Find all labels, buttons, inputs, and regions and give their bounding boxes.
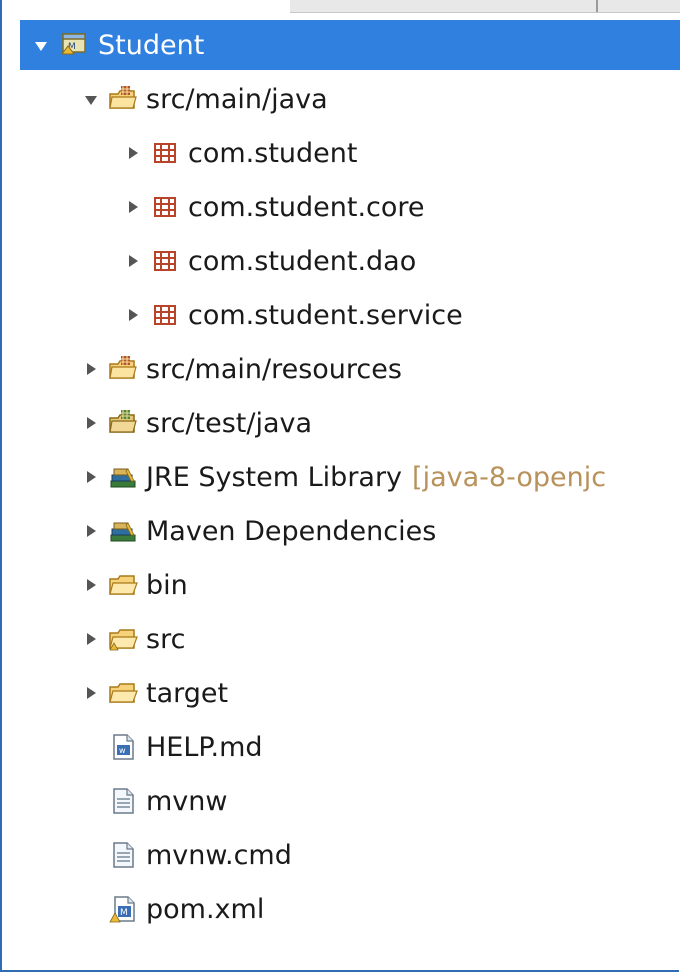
tree-item-file-mvnw[interactable]: mvnw	[0, 776, 680, 826]
tree-item-label: com.student.dao	[188, 245, 417, 277]
collapsed-arrow-icon[interactable]	[84, 632, 98, 646]
source-folder-icon	[108, 84, 138, 114]
library-icon	[108, 462, 138, 492]
markdown-file-icon: w	[108, 732, 138, 762]
tree-item-package-com-student-service[interactable]: com.student.service	[0, 290, 680, 340]
tree-item-label: src/main/resources	[146, 353, 402, 385]
tree-item-label: JRE System Library	[146, 461, 403, 493]
tree-item-label: com.student	[188, 137, 358, 169]
tree-item-src-test-java[interactable]: src/test/java	[0, 398, 680, 448]
package-icon	[150, 192, 180, 222]
library-icon	[108, 516, 138, 546]
collapsed-arrow-icon[interactable]	[84, 416, 98, 430]
expand-arrow-icon[interactable]	[34, 38, 48, 52]
svg-text:M: M	[120, 908, 128, 918]
tree-item-folder-src[interactable]: src	[0, 614, 680, 664]
tree-item-package-com-student[interactable]: com.student	[0, 128, 680, 178]
view-toolbar-strip	[290, 0, 680, 13]
tree-item-src-main-java[interactable]: src/main/java	[0, 74, 680, 124]
tree-item-label: target	[146, 677, 229, 709]
maven-pom-icon: M	[108, 894, 138, 924]
collapsed-arrow-icon[interactable]	[126, 308, 140, 322]
folder-icon	[108, 570, 138, 600]
tree-item-student-project[interactable]: M Student	[20, 20, 680, 70]
package-icon	[150, 246, 180, 276]
collapsed-arrow-icon[interactable]	[84, 578, 98, 592]
package-icon	[150, 300, 180, 330]
test-source-folder-icon	[108, 408, 138, 438]
collapsed-arrow-icon[interactable]	[126, 146, 140, 160]
tree-item-label: com.student.core	[188, 191, 425, 223]
tree-item-label: pom.xml	[146, 893, 265, 925]
toolbar-divider	[596, 0, 598, 12]
folder-icon	[108, 624, 138, 654]
tree-item-file-help-md[interactable]: w HELP.md	[0, 722, 680, 772]
collapsed-arrow-icon[interactable]	[126, 254, 140, 268]
svg-text:w: w	[119, 746, 126, 755]
tree-item-label: bin	[146, 569, 188, 601]
tree-item-src-main-resources[interactable]: src/main/resources	[0, 344, 680, 394]
tree-item-file-mvnw-cmd[interactable]: mvnw.cmd	[0, 830, 680, 880]
source-folder-icon	[108, 354, 138, 384]
collapsed-arrow-icon[interactable]	[126, 200, 140, 214]
tree-item-label: src/main/java	[146, 83, 328, 115]
tree-item-package-com-student-core[interactable]: com.student.core	[0, 182, 680, 232]
jre-version-decoration: [java-8-openjc	[412, 461, 607, 493]
text-file-icon	[108, 840, 138, 870]
collapsed-arrow-icon[interactable]	[84, 470, 98, 484]
tree-item-file-pom-xml[interactable]: M pom.xml	[0, 884, 680, 934]
tree-item-label: com.student.service	[188, 299, 463, 331]
tree-item-label: Maven Dependencies	[146, 515, 437, 547]
tree-item-folder-bin[interactable]: bin	[0, 560, 680, 610]
tree-item-label: Student	[98, 29, 205, 61]
tree-item-label: HELP.md	[146, 731, 263, 763]
collapsed-arrow-icon[interactable]	[84, 686, 98, 700]
collapsed-arrow-icon[interactable]	[84, 362, 98, 376]
tree-item-label: mvnw.cmd	[146, 839, 292, 871]
tree-item-label: mvnw	[146, 785, 228, 817]
project-icon: M	[60, 30, 90, 60]
tree-item-label: src	[146, 623, 186, 655]
tree-item-label: src/test/java	[146, 407, 313, 439]
folder-icon	[108, 678, 138, 708]
tree-item-package-com-student-dao[interactable]: com.student.dao	[0, 236, 680, 286]
tree-item-folder-target[interactable]: target	[0, 668, 680, 718]
text-file-icon	[108, 786, 138, 816]
tree-item-jre-system-library[interactable]: JRE System Library [java-8-openjc	[0, 452, 680, 502]
expand-arrow-icon[interactable]	[84, 92, 98, 106]
package-icon	[150, 138, 180, 168]
collapsed-arrow-icon[interactable]	[84, 524, 98, 538]
tree-item-maven-dependencies[interactable]: Maven Dependencies	[0, 506, 680, 556]
